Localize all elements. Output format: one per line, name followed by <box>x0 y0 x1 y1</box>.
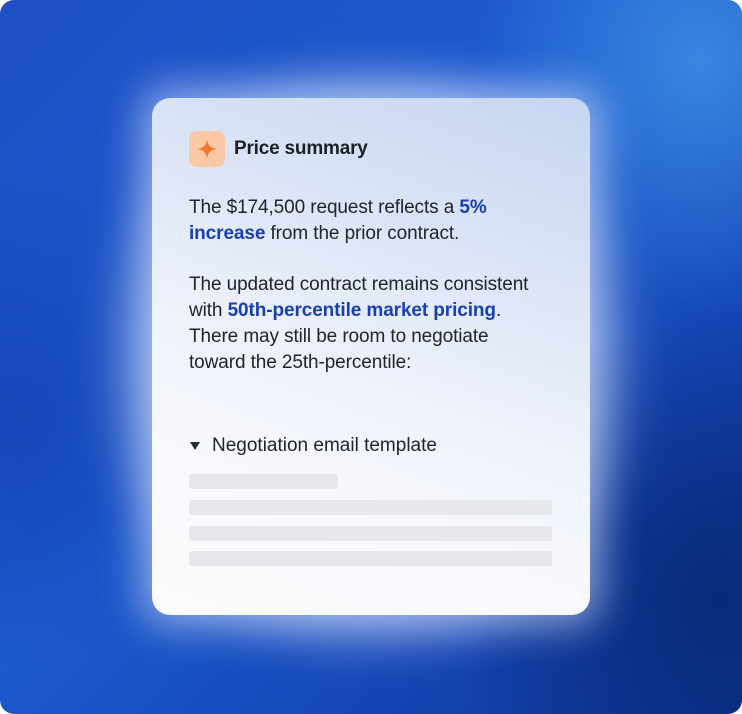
disclosure-label: Negotiation email template <box>212 435 437 456</box>
sparkle-badge <box>189 131 225 167</box>
paragraph-1-text-before: The $174,500 request reflects a <box>189 197 460 218</box>
paragraph-1-text-after: from the prior contract. <box>265 223 460 244</box>
price-summary-card: Price summary The $174,500 request refle… <box>152 98 590 615</box>
loading-placeholder-line <box>189 474 338 489</box>
card-title: Price summary <box>234 138 368 159</box>
market-pricing-highlight: 50th-percentile market pricing <box>227 300 496 321</box>
loading-placeholder-line <box>189 500 552 515</box>
loading-placeholder-line <box>189 551 552 566</box>
background-frame: Price summary The $174,500 request refle… <box>0 0 742 714</box>
sparkle-icon <box>197 139 217 159</box>
summary-paragraph-2: The updated contract remains consistent … <box>189 272 549 376</box>
loading-placeholder-line <box>189 526 552 541</box>
negotiation-template-disclosure[interactable]: Negotiation email template <box>189 435 437 457</box>
summary-paragraph-1: The $174,500 request reflects a 5% incre… <box>189 195 549 247</box>
card-header: Price summary <box>189 131 368 167</box>
caret-down-icon <box>190 442 200 450</box>
